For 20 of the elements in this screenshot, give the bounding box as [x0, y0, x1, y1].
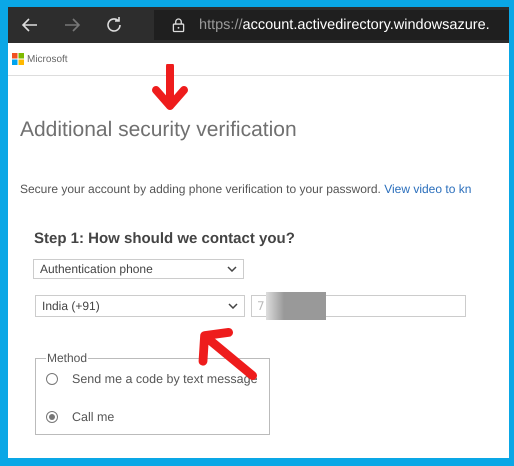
step-heading: Step 1: How should we contact you?	[34, 230, 296, 247]
url-text: https://account.activedirectory.windowsazure.	[199, 17, 490, 33]
video-link[interactable]: View video to kn	[384, 182, 472, 196]
logo-icon	[12, 53, 24, 65]
country-dropdown[interactable]: India (+91)	[35, 295, 245, 317]
brand-name: Microsoft	[27, 54, 68, 64]
lock-icon	[172, 17, 185, 33]
radio-button[interactable]	[46, 372, 58, 384]
radio-button[interactable]	[46, 410, 58, 422]
chevron-down-icon	[227, 266, 237, 272]
arrow-annotation	[150, 64, 190, 110]
page-title: Additional security verification	[20, 118, 297, 142]
method-legend: Method	[46, 351, 88, 365]
description-text: Secure your account by adding phone verification to your password. View video to kn	[20, 182, 472, 196]
redaction-block	[266, 292, 326, 320]
address-bar[interactable]: https://account.activedirectory.windowsazure.	[154, 10, 509, 40]
contact-type-dropdown[interactable]: Authentication phone	[33, 259, 244, 279]
option-label: Call me	[72, 410, 114, 424]
refresh-icon[interactable]	[104, 15, 124, 35]
chevron-down-icon	[228, 303, 238, 309]
